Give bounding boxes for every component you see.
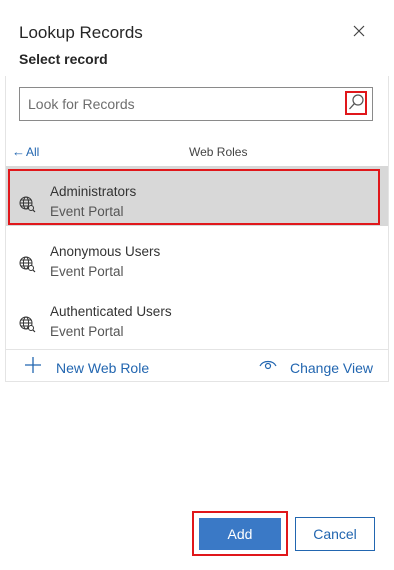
dialog-subtitle: Select record: [19, 51, 108, 67]
cancel-button[interactable]: Cancel: [295, 517, 375, 551]
close-icon: [353, 25, 365, 37]
back-label: All: [26, 145, 40, 159]
view-icon: [259, 360, 277, 370]
dialog-title: Lookup Records: [19, 23, 143, 42]
view-nav: ←All Web Roles: [0, 140, 394, 164]
new-web-role-label: New Web Role: [56, 360, 150, 376]
change-view-button[interactable]: Change View: [259, 357, 379, 377]
back-arrow-icon: ←: [12, 144, 25, 159]
record-name: Administrators: [50, 184, 137, 199]
plus-icon: [25, 357, 41, 373]
search-icon: [349, 94, 364, 110]
search-box: [19, 87, 373, 121]
record-subtitle: Event Portal: [50, 324, 124, 339]
add-button[interactable]: Add: [199, 518, 281, 550]
lookup-actions-bar: New Web Role Change View: [6, 349, 388, 381]
view-name: Web Roles: [189, 145, 248, 159]
records-list: Administrators Event Portal Anonymous Us…: [6, 166, 388, 346]
record-item-authenticated-users[interactable]: Authenticated Users Event Portal: [6, 286, 388, 346]
add-button-highlight: Add: [192, 511, 288, 556]
record-item-administrators[interactable]: Administrators Event Portal: [6, 166, 388, 226]
search-button[interactable]: [345, 91, 367, 115]
record-item-anonymous-users[interactable]: Anonymous Users Event Portal: [6, 226, 388, 286]
globe-search-icon: [19, 196, 36, 213]
lookup-records-dialog: Lookup Records Select record ←All Web Ro…: [0, 0, 394, 570]
record-name: Authenticated Users: [50, 304, 172, 319]
change-view-label: Change View: [290, 360, 374, 376]
close-button[interactable]: [348, 20, 370, 42]
back-to-all-link[interactable]: ←All: [12, 144, 39, 159]
record-name: Anonymous Users: [50, 244, 161, 259]
globe-search-icon: [19, 316, 36, 333]
globe-search-icon: [19, 256, 36, 273]
record-subtitle: Event Portal: [50, 204, 124, 219]
search-input[interactable]: [20, 88, 340, 120]
record-subtitle: Event Portal: [50, 264, 124, 279]
